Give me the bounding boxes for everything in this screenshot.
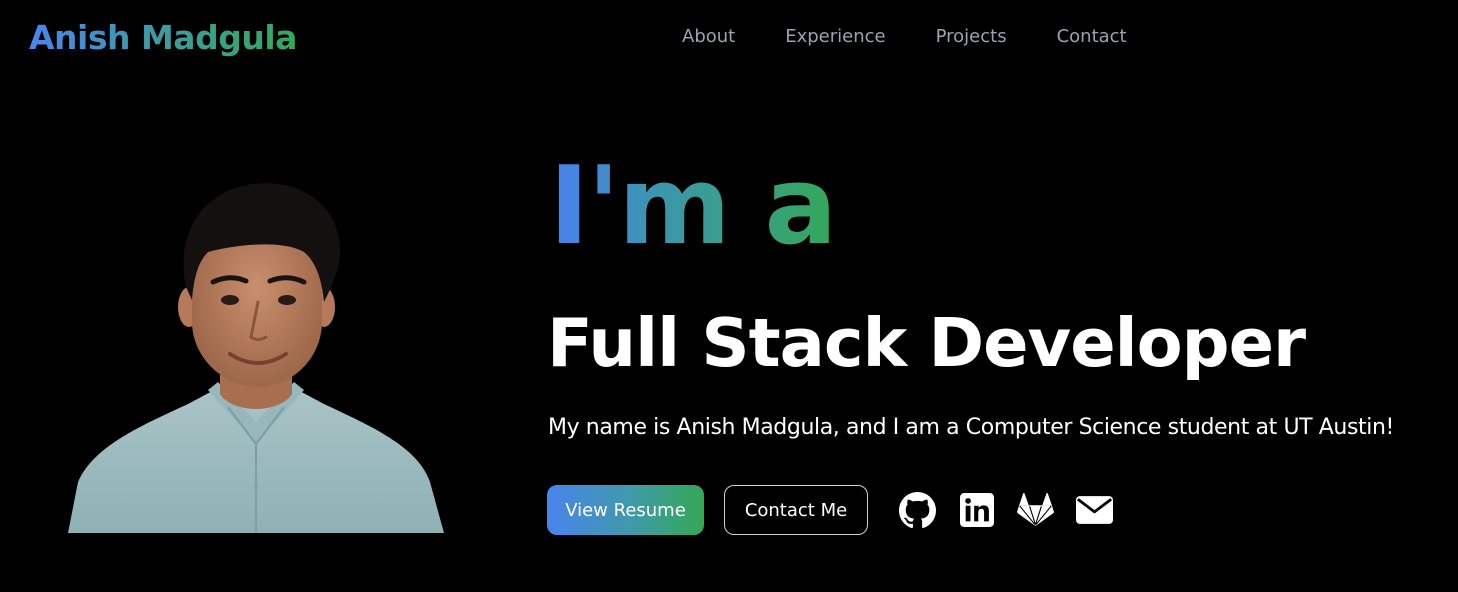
view-resume-button[interactable]: View Resume — [547, 485, 704, 535]
hero-role-heading: Full Stack Developer — [547, 304, 1306, 382]
social-links — [899, 491, 1113, 529]
nav-link-contact[interactable]: Contact — [1057, 26, 1127, 47]
main-nav: About Experience Projects Contact — [682, 26, 1127, 47]
envelope-icon[interactable] — [1076, 492, 1113, 529]
nav-link-projects[interactable]: Projects — [936, 26, 1007, 47]
site-logo[interactable]: Anish Madgula — [29, 18, 297, 57]
contact-me-button[interactable]: Contact Me — [724, 485, 868, 535]
linkedin-icon[interactable] — [958, 492, 995, 529]
page: Anish Madgula About Experience Projects … — [0, 0, 1458, 592]
hero-actions: View Resume Contact Me — [547, 485, 1113, 535]
nav-link-about[interactable]: About — [682, 26, 735, 47]
github-icon[interactable] — [899, 491, 936, 529]
profile-photo — [68, 183, 444, 533]
nav-link-experience[interactable]: Experience — [785, 26, 885, 47]
hero-lead-text: I'm a — [549, 142, 849, 272]
gitlab-icon[interactable] — [1017, 492, 1054, 529]
hero-description: My name is Anish Madgula, and I am a Com… — [548, 415, 1394, 440]
